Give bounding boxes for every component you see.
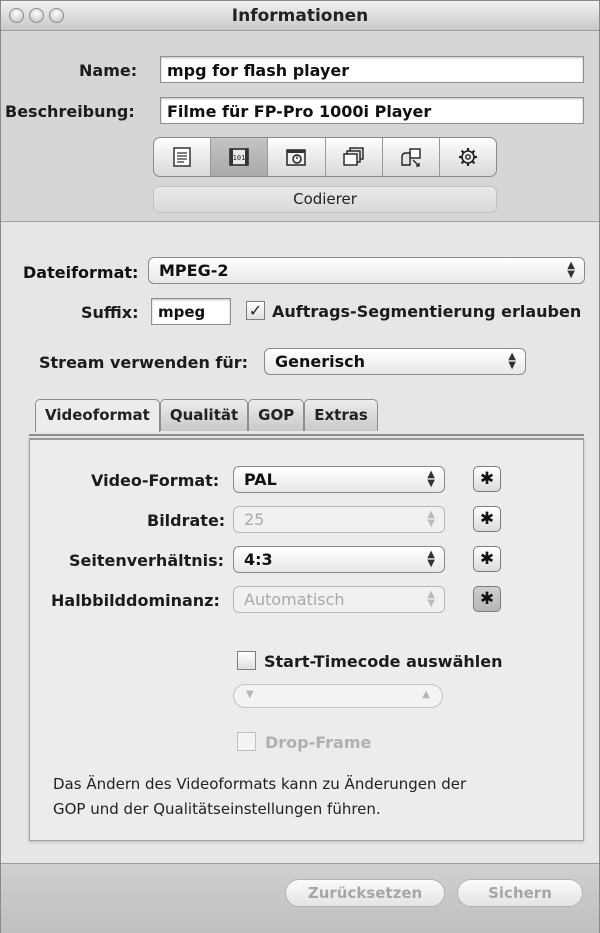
stream-popup[interactable]: Generisch ▲ ▼	[264, 348, 526, 375]
frame-rate-popup[interactable]: 25 ▲ ▼	[233, 506, 445, 533]
drop-frame-checkbox[interactable]	[237, 732, 256, 751]
aspect-ratio-settings-button[interactable]: ✱	[473, 546, 501, 572]
title-bar[interactable]: Informationen	[1, 1, 599, 31]
aspect-ratio-label: Seitenverhältnis:	[69, 551, 225, 570]
gear-icon: ✱	[479, 508, 495, 529]
segmentation-checkbox[interactable]: ✓	[246, 301, 265, 320]
filters-pane-button[interactable]	[326, 138, 383, 176]
geometry-pane-button[interactable]	[383, 138, 440, 176]
suffix-label: Suffix:	[81, 303, 139, 322]
tab-bar: Videoformat Qualität GOP Extras	[35, 399, 378, 432]
field-dominance-popup[interactable]: Automatisch ▲ ▼	[233, 586, 445, 613]
video-format-settings-button[interactable]: ✱	[473, 466, 501, 492]
tab-gop[interactable]: GOP	[248, 399, 305, 431]
video-format-label: Video-Format:	[91, 471, 220, 490]
segmentation-label: Auftrags-Segmentierung erlauben	[272, 302, 582, 321]
tab-qualitaet[interactable]: Qualität	[159, 399, 249, 431]
inspector-window: Informationen Name: mpg for flash player…	[0, 0, 600, 933]
actions-icon	[458, 148, 477, 166]
filters-icon	[342, 147, 364, 166]
popup-arrows-icon: ▲ ▼	[427, 589, 435, 609]
popup-arrows-icon: ▲ ▼	[427, 469, 435, 489]
video-format-value: PAL	[244, 470, 277, 489]
frame-controls-pane-button[interactable]	[268, 138, 326, 176]
tab-videoformat[interactable]: Videoformat	[35, 399, 160, 432]
file-format-label: Dateiformat:	[23, 263, 138, 282]
tab-extras[interactable]: Extras	[304, 399, 378, 431]
start-timecode-checkbox[interactable]	[237, 651, 256, 670]
tab-divider	[29, 434, 584, 436]
checkmark-icon: ✓	[248, 301, 263, 320]
stepper-down-icon[interactable]: ▼	[246, 689, 254, 700]
drop-frame-label: Drop-Frame	[265, 733, 372, 752]
pane-title: Codierer	[153, 186, 497, 213]
save-button[interactable]: Sichern	[457, 879, 583, 907]
description-label: Beschreibung:	[5, 102, 135, 121]
videoformat-note-line1: Das Ändern des Videoformats kann zu Ände…	[53, 775, 467, 793]
popup-arrows-icon: ▲ ▼	[427, 549, 435, 569]
frame-rate-value: 25	[244, 510, 265, 529]
name-field[interactable]: mpg for flash player	[160, 56, 584, 83]
timecode-stepper[interactable]: ▼ ▲	[233, 684, 443, 708]
description-field[interactable]: Filme für FP-Pro 1000i Player	[160, 97, 584, 124]
file-format-popup[interactable]: MPEG-2 ▲ ▼	[148, 257, 585, 284]
field-dominance-value: Automatisch	[244, 590, 345, 609]
video-format-popup[interactable]: PAL ▲ ▼	[233, 466, 445, 493]
reset-button[interactable]: Zurücksetzen	[285, 879, 445, 907]
suffix-field[interactable]: mpeg	[151, 298, 231, 325]
stream-label: Stream verwenden für:	[39, 353, 249, 372]
popup-arrows-icon: ▲ ▼	[427, 509, 435, 529]
aspect-ratio-popup[interactable]: 4:3 ▲ ▼	[233, 546, 445, 573]
field-dominance-settings-button[interactable]: ✱	[473, 586, 501, 612]
field-dominance-label: Halbbilddominanz:	[51, 591, 220, 610]
geometry-icon	[401, 148, 421, 167]
svg-text:101: 101	[233, 154, 246, 162]
aspect-ratio-value: 4:3	[244, 550, 273, 569]
stepper-up-icon[interactable]: ▲	[422, 689, 430, 700]
videoformat-note-line2: GOP und der Qualitätseinstellungen führe…	[53, 800, 381, 818]
gear-icon: ✱	[479, 548, 495, 569]
file-format-value: MPEG-2	[159, 261, 229, 280]
frame-controls-icon	[286, 149, 307, 166]
summary-icon	[173, 147, 191, 167]
gear-icon: ✱	[479, 588, 495, 609]
encoder-pane-button[interactable]: 101	[211, 138, 269, 176]
inspector-pane-selector: 101	[153, 137, 497, 177]
frame-rate-settings-button[interactable]: ✱	[473, 506, 501, 532]
file-format-label-text: Dateiformat:	[23, 263, 139, 282]
name-label: Name:	[79, 61, 138, 80]
actions-pane-button[interactable]	[440, 138, 496, 176]
stream-value: Generisch	[275, 352, 365, 371]
encoder-icon: 101	[229, 148, 249, 166]
popup-arrows-icon: ▲ ▼	[567, 260, 575, 280]
frame-rate-label: Bildrate:	[147, 511, 226, 530]
window-title: Informationen	[231, 6, 369, 26]
start-timecode-label: Start-Timecode auswählen	[264, 652, 503, 671]
gear-icon: ✱	[479, 468, 495, 489]
summary-pane-button[interactable]	[154, 138, 212, 176]
popup-arrows-icon: ▲ ▼	[508, 351, 516, 371]
